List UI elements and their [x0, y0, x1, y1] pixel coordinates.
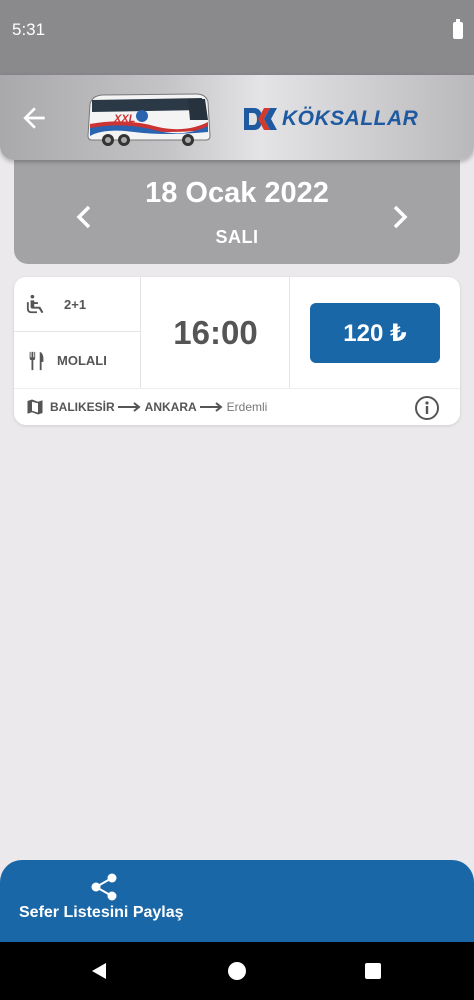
- arrow-right-icon: [199, 402, 223, 412]
- bus-livery-text: XXL: [113, 113, 136, 125]
- nav-back-icon[interactable]: [90, 962, 108, 980]
- back-arrow-icon[interactable]: [18, 102, 50, 134]
- chevron-right-icon[interactable]: [388, 202, 412, 232]
- seat-layout-label: 2+1: [64, 296, 87, 312]
- seat-icon: [26, 294, 44, 314]
- trip-features: 2+1 MOLALI: [14, 277, 141, 388]
- route-destination: ANKARA: [144, 400, 197, 414]
- bus-image: XXL: [87, 93, 211, 146]
- departure-time: 16:00: [173, 313, 258, 351]
- arrow-right-icon: [117, 402, 141, 412]
- info-icon[interactable]: [414, 395, 440, 421]
- brand-logo: KÖKSALLAR: [240, 104, 418, 134]
- break-feature: MOLALI: [14, 333, 141, 388]
- brand-mark-icon: [244, 108, 277, 130]
- price-button[interactable]: 120 ₺: [310, 303, 440, 363]
- map-icon: [27, 399, 43, 415]
- app-bar: XXL KÖKSALLAR: [0, 75, 474, 160]
- brand-name: KÖKSALLAR: [282, 107, 419, 130]
- nav-recents-icon[interactable]: [365, 963, 381, 979]
- route-origin: BALIKESİR: [50, 400, 115, 414]
- status-time: 5:31: [12, 20, 46, 39]
- break-label: MOLALI: [57, 353, 107, 368]
- share-icon: [91, 873, 117, 901]
- battery-icon: [453, 19, 463, 39]
- share-trip-list-button[interactable]: Sefer Listesini Paylaş: [0, 860, 474, 942]
- trip-card[interactable]: 2+1 MOLALI 16:00 120 ₺ BALIKESİR ANKARA …: [14, 277, 460, 425]
- share-label: Sefer Listesini Paylaş: [19, 904, 184, 921]
- seat-layout-feature: 2+1: [14, 277, 141, 332]
- utensils-icon: [29, 351, 44, 370]
- route-stop: Erdemli: [226, 400, 268, 414]
- status-bar: 5:31: [0, 0, 474, 75]
- date-selector: 18 Ocak 2022 SALI: [14, 150, 460, 264]
- nav-home-icon[interactable]: [228, 962, 246, 980]
- trip-route: BALIKESİR ANKARA Erdemli: [14, 388, 460, 425]
- trip-time-cell: 16:00: [142, 277, 290, 388]
